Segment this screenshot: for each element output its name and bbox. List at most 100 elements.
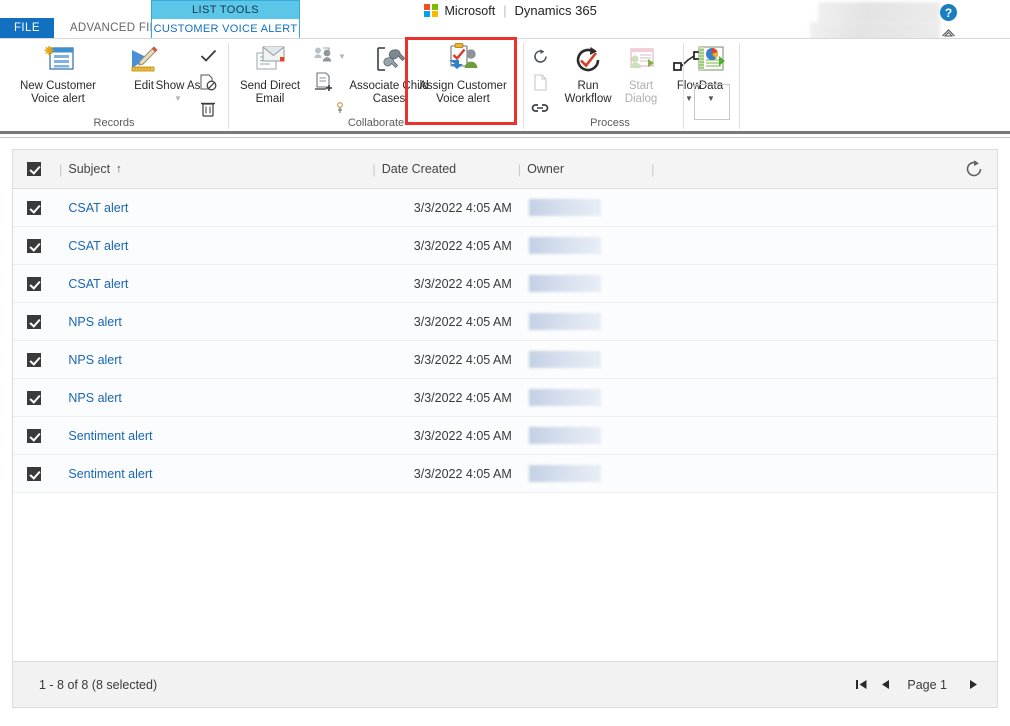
assign-customer-voice-alert-label: Assign Customer Voice alert	[419, 80, 507, 105]
send-direct-email-label: Send Direct Email	[239, 80, 301, 105]
row-subject-link[interactable]: Sentiment alert	[68, 429, 152, 443]
grid-footer: 1 - 8 of 8 (8 selected) Page 1	[13, 661, 997, 707]
run-workflow-label: Run Workflow	[564, 80, 612, 105]
table-row[interactable]: | CSAT alert | 3/3/2022 4:05 AM |	[13, 265, 997, 303]
row-subject-link[interactable]: Sentiment alert	[68, 467, 152, 481]
assign-customer-voice-alert-button[interactable]: Assign Customer Voice alert	[409, 42, 517, 106]
checkbox-icon	[27, 200, 41, 215]
row-date-created: 3/3/2022 4:05 AM	[413, 200, 512, 215]
row-owner-redacted	[529, 389, 602, 406]
row-subject-link[interactable]: CSAT alert	[68, 239, 128, 253]
tab-customer-voice-alert[interactable]: CUSTOMER VOICE ALERT	[152, 19, 299, 38]
checkbox-icon	[27, 276, 41, 291]
data-button-hover-box	[694, 84, 730, 120]
row-subject-link[interactable]: NPS alert	[68, 315, 122, 329]
contextual-group-title: LIST TOOLS	[152, 1, 299, 19]
row-checkbox[interactable]	[13, 314, 53, 329]
table-row[interactable]: | CSAT alert | 3/3/2022 4:05 AM |	[13, 227, 997, 265]
ribbon-group-records-label: Records	[93, 117, 135, 129]
row-owner-redacted	[529, 313, 602, 330]
brand-separator: |	[503, 3, 507, 18]
row-date-created: 3/3/2022 4:05 AM	[413, 238, 512, 253]
row-subject-link[interactable]: CSAT alert	[68, 201, 128, 215]
row-checkbox[interactable]	[13, 238, 53, 253]
checkbox-icon	[27, 390, 41, 405]
column-header-date-created[interactable]: Date Created	[382, 162, 512, 176]
row-subject-link[interactable]: CSAT alert	[68, 277, 128, 291]
sort-ascending-icon: ↑	[116, 163, 122, 175]
title-bar: FILE ADVANCED FIND LIST TOOLS CUSTOMER V…	[0, 0, 1010, 42]
row-date-created: 3/3/2022 4:05 AM	[413, 390, 512, 405]
document-icon[interactable]	[526, 69, 554, 95]
run-workflow-icon	[572, 42, 604, 76]
select-all-checkbox[interactable]	[13, 162, 53, 176]
column-header-owner[interactable]: Owner	[527, 162, 645, 176]
ribbon-group-collaborate-label: Collaborate	[347, 117, 405, 129]
run-workflow-button[interactable]: Run Workflow	[556, 42, 620, 106]
row-date-created: 3/3/2022 4:05 AM	[413, 314, 512, 329]
table-row[interactable]: | Sentiment alert | 3/3/2022 4:05 AM |	[13, 417, 997, 455]
row-owner-redacted	[529, 351, 602, 368]
contextual-tab-group: LIST TOOLS CUSTOMER VOICE ALERT	[151, 0, 300, 38]
table-row[interactable]: | NPS alert | 3/3/2022 4:05 AM |	[13, 379, 997, 417]
checkbox-icon	[27, 428, 41, 443]
row-owner-redacted	[529, 237, 602, 254]
ribbon: New Customer Voice alert Edit Show As ▼ …	[0, 38, 1010, 134]
new-record-icon	[41, 42, 75, 76]
connect-caret-icon[interactable]: ▼	[338, 53, 346, 61]
records-grid: | Subject ↑ | Date Created | Owner | CSA…	[12, 149, 998, 708]
show-as-icon	[163, 42, 193, 76]
row-checkbox[interactable]	[13, 352, 53, 367]
brand-microsoft-label: Microsoft	[444, 3, 496, 18]
deactivate-icon[interactable]	[194, 69, 222, 95]
add-to-queue-icon[interactable]	[313, 69, 353, 95]
row-owner-redacted	[529, 275, 602, 292]
records-mini-buttons	[194, 43, 222, 121]
sync-icon[interactable]	[526, 43, 554, 69]
table-row[interactable]: | Sentiment alert | 3/3/2022 4:05 AM |	[13, 455, 997, 493]
activate-check-icon[interactable]	[194, 43, 222, 69]
row-checkbox[interactable]	[13, 390, 53, 405]
send-direct-email-icon	[252, 42, 288, 76]
checkbox-icon	[27, 314, 41, 329]
table-row[interactable]: | NPS alert | 3/3/2022 4:05 AM |	[13, 303, 997, 341]
process-mini-buttons	[526, 43, 554, 121]
row-owner-redacted	[529, 199, 602, 216]
help-icon[interactable]: ?	[940, 4, 957, 21]
column-header-subject-label: Subject	[68, 162, 111, 176]
row-owner-redacted	[529, 465, 602, 482]
column-header-subject[interactable]: Subject ↑	[68, 162, 366, 176]
first-page-button[interactable]	[851, 675, 871, 695]
row-checkbox[interactable]	[13, 276, 53, 291]
previous-page-button[interactable]	[875, 675, 895, 695]
row-checkbox[interactable]	[13, 466, 53, 481]
refresh-icon[interactable]	[961, 156, 987, 182]
column-divider: |	[651, 161, 655, 177]
table-row[interactable]: | CSAT alert | 3/3/2022 4:05 AM |	[13, 189, 997, 227]
row-date-created: 3/3/2022 4:05 AM	[413, 466, 512, 481]
content-area: | Subject ↑ | Date Created | Owner | CSA…	[0, 137, 1010, 726]
redacted-user-area	[818, 2, 940, 24]
start-dialog-button[interactable]: Start Dialog	[612, 42, 670, 106]
row-subject-link[interactable]: NPS alert	[68, 353, 122, 367]
checkbox-icon	[27, 466, 41, 481]
tab-file[interactable]: FILE	[0, 18, 54, 38]
row-checkbox[interactable]	[13, 428, 53, 443]
row-date-created: 3/3/2022 4:05 AM	[413, 428, 512, 443]
row-date-created: 3/3/2022 4:05 AM	[413, 352, 512, 367]
next-page-button[interactable]	[963, 675, 983, 695]
table-row[interactable]: | NPS alert | 3/3/2022 4:05 AM |	[13, 341, 997, 379]
new-customer-voice-alert-button[interactable]: New Customer Voice alert	[6, 42, 110, 106]
send-direct-email-button[interactable]: Send Direct Email	[234, 42, 306, 106]
row-checkbox[interactable]	[13, 200, 53, 215]
column-header-owner-label: Owner	[527, 162, 564, 176]
checkbox-icon	[27, 238, 41, 253]
row-subject-link[interactable]: NPS alert	[68, 391, 122, 405]
brand: Microsoft | Dynamics 365	[424, 3, 597, 18]
grid-header-row: | Subject ↑ | Date Created | Owner |	[13, 150, 997, 189]
edit-label: Edit	[134, 80, 154, 92]
show-as-caret-icon[interactable]: ▼	[174, 95, 182, 103]
connect-icon[interactable]: ▼	[313, 43, 353, 69]
row-owner-redacted	[529, 427, 602, 444]
checkbox-icon	[27, 352, 41, 367]
